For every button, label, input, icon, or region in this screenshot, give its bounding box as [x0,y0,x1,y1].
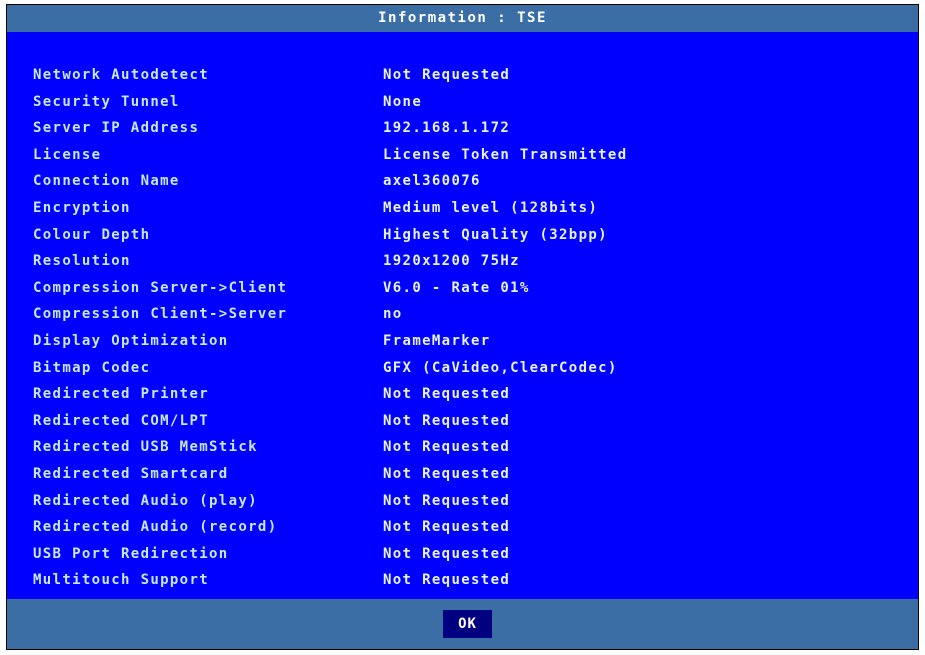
info-label: Bitmap Codec [33,359,151,376]
info-label: Encryption [33,200,131,216]
info-label: Compression Client->Server [33,306,288,323]
info-label: Resolution [33,253,131,270]
info-value: no [383,306,403,323]
info-value: Not Requested [383,572,511,589]
info-label: Redirected Audio (record) [33,519,278,536]
info-label: Multitouch Support [33,572,210,589]
info-value: License Token Transmitted [383,146,628,163]
info-value: Not Requested [383,439,511,456]
info-value: 192.168.1.172 [383,120,511,137]
info-label: Redirected Smartcard [33,466,229,482]
dialog-footer: OK [7,599,918,649]
dialog-title: Information : TSE [7,5,918,32]
info-value: Not Requested [383,519,511,536]
info-label: Colour Depth [33,226,151,243]
info-label: Server IP Address [33,120,200,137]
info-value: Not Requested [383,466,511,482]
info-value: Not Requested [383,67,511,83]
info-value: FrameMarker [383,333,491,349]
info-value: Medium level (128bits) [383,200,599,216]
info-value: Highest Quality (32bpp) [383,226,608,243]
information-dialog: Information : TSE Network Autodetect Not… [6,4,919,650]
info-label: Redirected COM/LPT [33,412,210,429]
info-label: Redirected Printer [33,386,210,403]
info-value: Not Requested [383,492,511,509]
info-label: Connection Name [33,173,180,190]
info-label: Network Autodetect [33,67,210,83]
info-value: 1920x1200 75Hz [383,253,520,270]
info-list: Network Autodetect Not Requested Securit… [7,32,918,599]
info-value: Not Requested [383,545,511,562]
info-label: Security Tunnel [33,93,180,110]
info-label: Redirected USB MemStick [33,439,258,456]
info-value: Not Requested [383,412,511,429]
ok-button[interactable]: OK [443,610,492,638]
info-value: Not Requested [383,386,511,403]
info-value: V6.0 - Rate 01% [383,279,530,296]
info-label: Redirected Audio (play) [33,492,258,509]
info-label: License [33,146,102,163]
info-label: Display Optimization [33,333,229,349]
info-value: GFX (CaVideo,ClearCodec) [383,359,618,376]
info-value: None [383,93,423,110]
info-label: Compression Server->Client [33,279,288,296]
info-value: axel360076 [383,173,481,190]
info-label: USB Port Redirection [33,545,229,562]
